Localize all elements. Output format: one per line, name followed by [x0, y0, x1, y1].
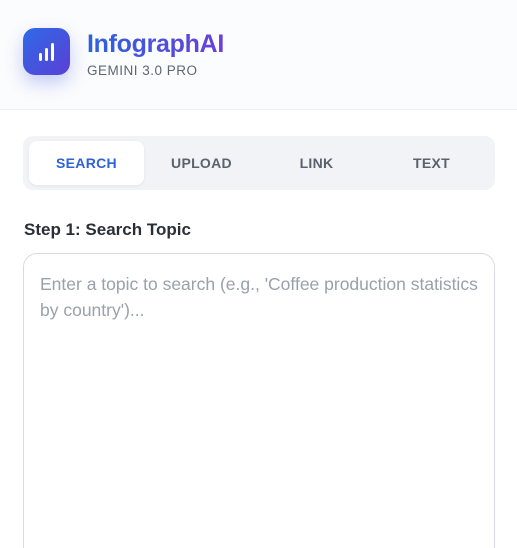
search-topic-input[interactable]: [23, 253, 495, 548]
tab-link[interactable]: LINK: [259, 141, 374, 185]
step-label: Step 1: Search Topic: [24, 220, 191, 239]
app-title: InfographAI: [87, 30, 224, 58]
app-logo: [23, 28, 70, 75]
bar-chart-icon: [39, 43, 54, 61]
tab-upload[interactable]: UPLOAD: [144, 141, 259, 185]
app-subtitle: GEMINI 3.0 PRO: [87, 63, 198, 78]
tab-search[interactable]: SEARCH: [29, 141, 144, 185]
tab-text[interactable]: TEXT: [374, 141, 489, 185]
input-mode-tabs: SEARCH UPLOAD LINK TEXT: [23, 136, 495, 190]
app-header: InfographAI GEMINI 3.0 PRO: [0, 0, 517, 110]
